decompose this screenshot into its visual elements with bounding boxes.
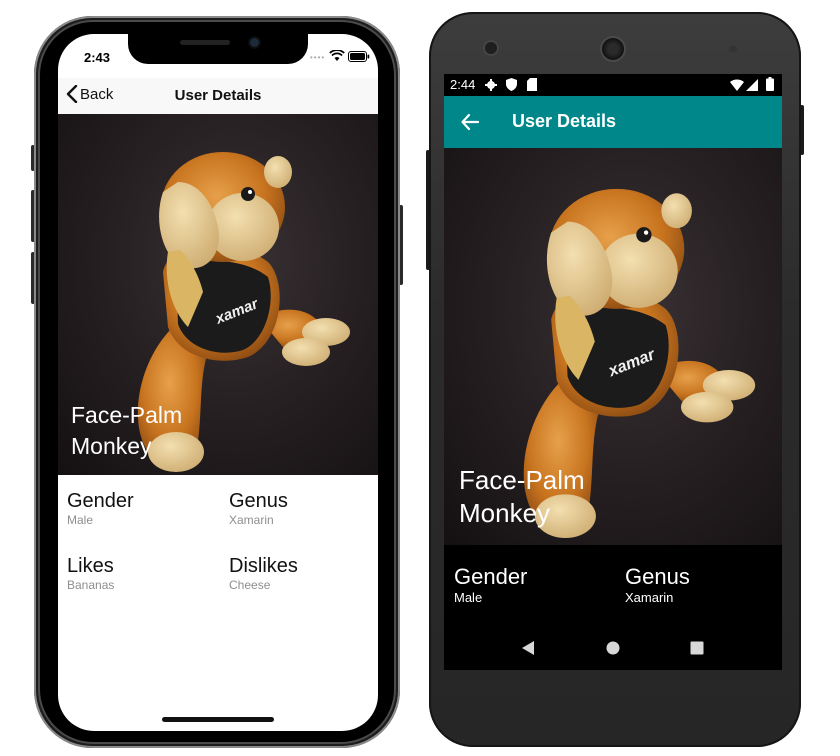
detail-genus: Genus Xamarin bbox=[229, 490, 288, 527]
detail-likes: Likes Bananas bbox=[67, 555, 114, 592]
android-status-bar: 2:44 bbox=[444, 74, 782, 96]
photo-caption: Face-Palm Monkey bbox=[459, 464, 585, 530]
detail-label: Likes bbox=[67, 555, 114, 577]
detail-gender: Gender Male bbox=[454, 564, 527, 605]
photo-caption-line1: Face-Palm bbox=[459, 465, 585, 495]
settings-icon bbox=[485, 79, 497, 91]
photo-caption-line2: Monkey bbox=[71, 433, 152, 459]
monkey-photo: Face-Palm Monkey bbox=[444, 148, 782, 545]
detail-value: Xamarin bbox=[625, 590, 674, 605]
detail-label: Dislikes bbox=[229, 555, 298, 577]
battery-icon bbox=[348, 51, 370, 62]
detail-label: Gender bbox=[454, 564, 528, 589]
wifi-icon bbox=[730, 79, 744, 91]
detail-value: Bananas bbox=[67, 578, 115, 592]
detail-label: Genus bbox=[625, 564, 690, 589]
detail-gender: Gender Male bbox=[67, 490, 134, 527]
battery-icon bbox=[766, 77, 774, 91]
android-front-camera bbox=[602, 38, 624, 60]
home-indicator[interactable] bbox=[162, 717, 274, 722]
android-sensor bbox=[485, 42, 497, 54]
notch-speaker bbox=[180, 40, 230, 45]
signal-icon bbox=[746, 79, 758, 91]
photo-caption: Face-Palm Monkey bbox=[71, 400, 182, 462]
iphone-screen: 2:43 •••• Back User Details Face-Palm Mo… bbox=[58, 34, 378, 731]
android-earpiece bbox=[729, 46, 737, 52]
android-status-time: 2:44 bbox=[450, 77, 476, 92]
front-camera bbox=[250, 38, 259, 47]
detail-value: Xamarin bbox=[229, 513, 274, 527]
signal-dots-icon: •••• bbox=[310, 53, 326, 62]
sd-card-icon bbox=[527, 78, 537, 91]
photo-caption-line2: Monkey bbox=[459, 498, 551, 528]
detail-label: Genus bbox=[229, 490, 288, 512]
page-title: User Details bbox=[174, 87, 262, 104]
detail-dislikes: Dislikes Cheese bbox=[229, 555, 298, 592]
detail-value: Cheese bbox=[229, 578, 271, 592]
ios-status-time: 2:43 bbox=[84, 50, 111, 65]
photo-caption-line1: Face-Palm bbox=[71, 402, 183, 428]
nav-back-icon[interactable] bbox=[521, 641, 535, 655]
back-arrow-icon[interactable] bbox=[461, 113, 479, 131]
detail-genus: Genus Xamarin bbox=[625, 564, 690, 605]
shield-icon bbox=[506, 78, 517, 91]
page-title: User Details bbox=[512, 111, 617, 131]
monkey-photo: Face-Palm Monkey bbox=[58, 114, 378, 475]
detail-value: Male bbox=[454, 590, 483, 605]
iphone-notch bbox=[128, 34, 308, 64]
android-screen: 2:44 User Details Face-Palm Monkey Gende… bbox=[444, 74, 782, 670]
wifi-icon bbox=[329, 50, 345, 61]
nav-home-icon[interactable] bbox=[606, 641, 620, 655]
detail-label: Gender bbox=[67, 490, 134, 512]
android-navigation-bar bbox=[444, 626, 782, 670]
ios-navigation-bar: Back User Details bbox=[58, 78, 378, 115]
nav-recents-icon[interactable] bbox=[690, 641, 704, 655]
android-app-bar: User Details bbox=[444, 96, 782, 148]
detail-value: Male bbox=[67, 513, 94, 527]
